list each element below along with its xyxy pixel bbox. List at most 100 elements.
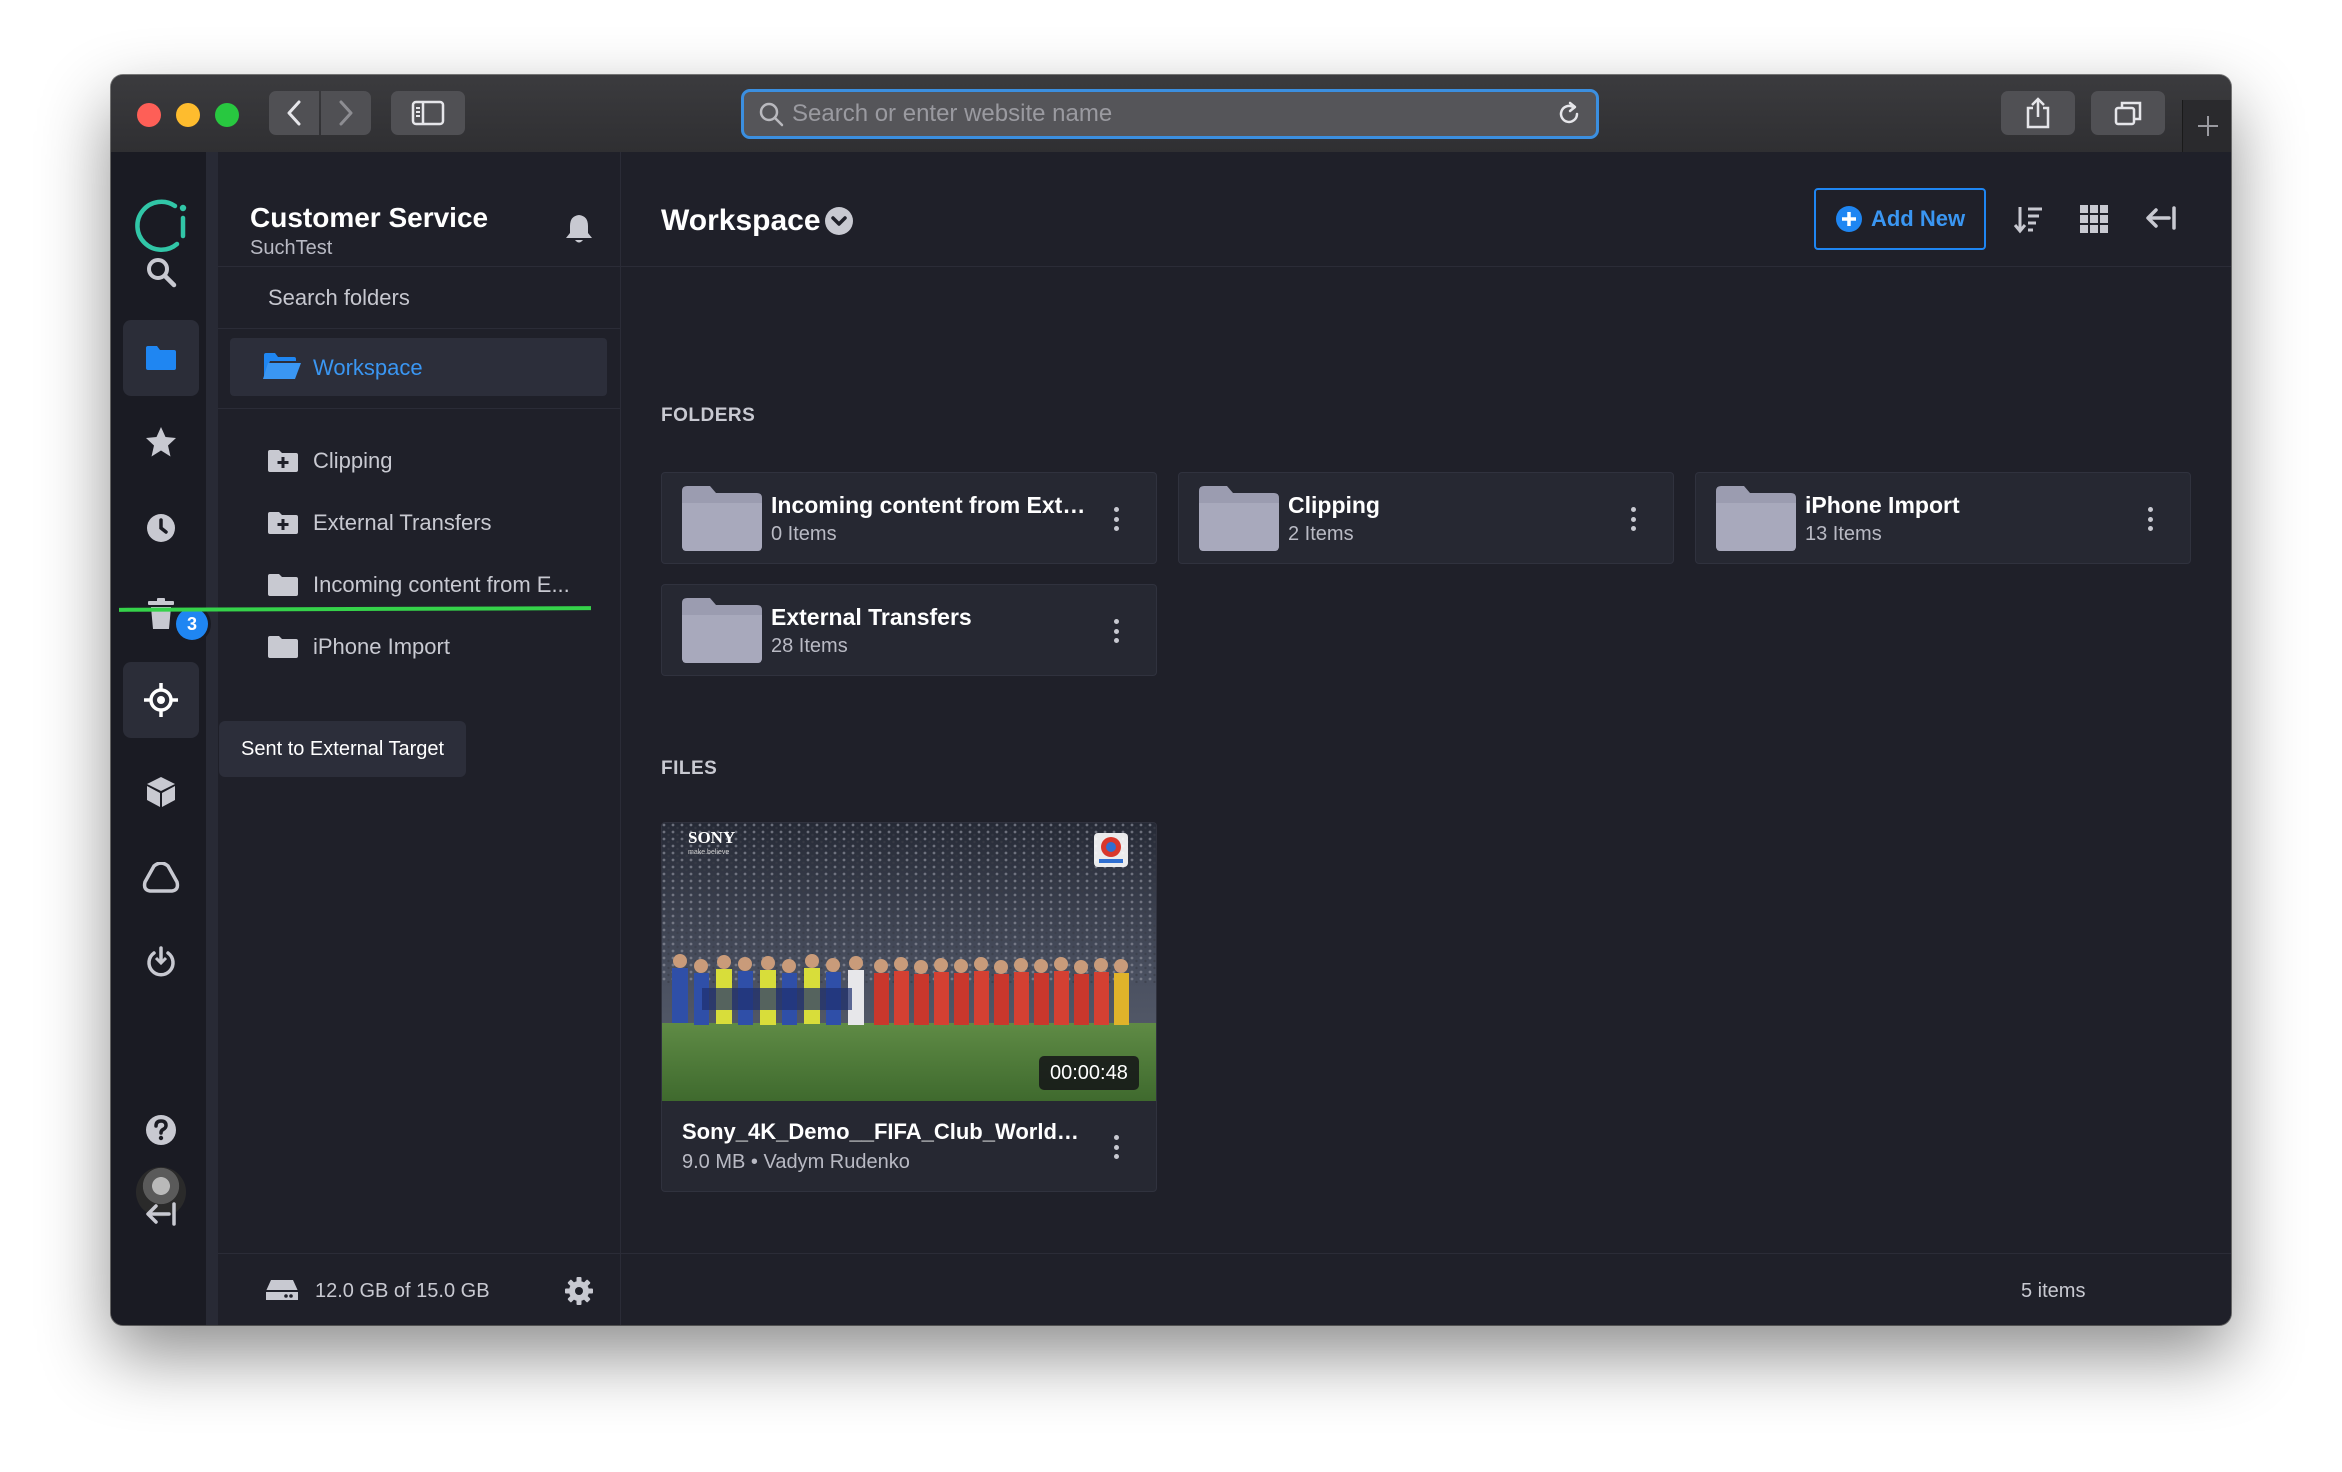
tree-item-clipping[interactable]: Clipping (218, 436, 620, 484)
folders-section-label: FOLDERS (661, 405, 756, 426)
folder-card-incoming-content[interactable]: Incoming content from Exte... 0 Items (661, 472, 1157, 564)
folder-name: External Transfers (771, 604, 972, 630)
cloud-drive-icon (142, 862, 180, 893)
tab-overview-button[interactable] (2091, 91, 2165, 135)
address-bar[interactable] (741, 89, 1599, 139)
panel-header: Customer Service SuchTest (218, 152, 620, 267)
organization-subtitle: SuchTest (250, 237, 333, 259)
reload-icon[interactable] (1556, 101, 1582, 127)
url-input[interactable] (792, 100, 1556, 128)
plus-icon (2198, 116, 2218, 136)
tree-item-incoming-content[interactable]: Incoming content from E... (218, 560, 620, 608)
star-icon (146, 427, 176, 457)
power-icon (147, 946, 175, 977)
folder-card-clipping[interactable]: Clipping 2 Items (1178, 472, 1674, 564)
tabs-icon (2114, 101, 2142, 126)
page-title: Workspace (661, 204, 821, 237)
organization-name[interactable]: Customer Service (250, 202, 488, 234)
hard-drive-icon (266, 1280, 298, 1300)
more-options-icon[interactable] (1623, 503, 1643, 535)
rail-cloud-button[interactable] (123, 840, 199, 916)
main-footer: 5 items (621, 1253, 2231, 1325)
zoom-window-button[interactable] (215, 103, 239, 127)
chevron-right-icon (339, 100, 353, 126)
browser-window: 3 Customer Service SuchTest Workspace Cl… (111, 75, 2231, 1325)
tree-item-label: Incoming content from E... (313, 572, 570, 597)
chevron-down-circle-icon[interactable] (824, 206, 854, 236)
close-window-button[interactable] (137, 103, 161, 127)
more-options-icon[interactable] (1106, 503, 1126, 535)
tree-item-iphone-import[interactable]: iPhone Import (218, 622, 620, 670)
folder-name: iPhone Import (1805, 492, 1960, 518)
grid-view-icon[interactable] (2079, 204, 2109, 234)
folder-item-count: 2 Items (1288, 523, 1354, 545)
rail-collapse-button[interactable] (123, 1176, 199, 1252)
folder-item-count: 13 Items (1805, 523, 1882, 545)
share-icon (2026, 97, 2050, 129)
tournament-logo (1094, 833, 1128, 867)
cube-icon (147, 777, 175, 807)
add-new-button[interactable]: Add New (1814, 188, 1986, 250)
folder-search (218, 266, 620, 329)
back-button[interactable] (269, 91, 319, 135)
rail-folders-button[interactable] (123, 320, 199, 396)
gear-icon[interactable] (564, 1276, 594, 1306)
file-meta: 9.0 MB • Vadym Rudenko (682, 1151, 910, 1173)
help-icon (146, 1115, 176, 1145)
main-content: Workspace Add New FOLDERS Incoming conte… (621, 152, 2231, 1325)
browser-titlebar (111, 75, 2231, 153)
folder-icon (268, 574, 298, 596)
rail-packages-button[interactable] (123, 754, 199, 830)
folder-card-external-transfers[interactable]: External Transfers 28 Items (661, 584, 1157, 676)
tree-item-workspace[interactable]: Workspace (230, 338, 607, 396)
tree-item-label: iPhone Import (313, 634, 450, 659)
share-button[interactable] (2001, 91, 2075, 135)
file-card[interactable]: SONY make.believe 00:00:48 Sony_4K_Demo_… (661, 822, 1157, 1192)
search-icon (147, 258, 177, 288)
rail-search-button[interactable] (123, 234, 199, 310)
more-options-icon[interactable] (1106, 1131, 1126, 1163)
folder-icon (1716, 486, 1796, 551)
tree-item-external-transfers[interactable]: External Transfers (218, 498, 620, 546)
sidebar-toggle-button[interactable] (391, 91, 465, 135)
more-options-icon[interactable] (1106, 615, 1126, 647)
item-count: 5 items (2021, 1280, 2086, 1302)
icon-rail: 3 (111, 152, 218, 1325)
bell-icon[interactable] (564, 212, 594, 244)
folder-plus-icon (268, 450, 298, 472)
folder-icon (682, 486, 762, 551)
video-duration: 00:00:48 (1039, 1056, 1139, 1090)
folder-open-icon (263, 353, 301, 379)
tree-item-label: External Transfers (313, 510, 492, 535)
rail-favorites-button[interactable] (123, 404, 199, 480)
rail-power-button[interactable] (123, 924, 199, 1000)
rail-recent-button[interactable] (123, 490, 199, 566)
thumbnail-brand-text: SONY (688, 828, 735, 847)
folder-item-count: 0 Items (771, 523, 837, 545)
folder-search-input[interactable] (266, 280, 590, 316)
folder-icon (268, 636, 298, 658)
minimize-window-button[interactable] (176, 103, 200, 127)
trash-icon (148, 598, 174, 629)
thumbnail-tagline-text: make.believe (688, 849, 729, 856)
folder-card-iphone-import[interactable]: iPhone Import 13 Items (1695, 472, 2191, 564)
forward-button[interactable] (321, 91, 371, 135)
storage-usage: 12.0 GB of 15.0 GB (315, 1280, 490, 1302)
sort-icon[interactable] (2013, 204, 2043, 234)
folder-icon (1199, 486, 1279, 551)
sidebar-icon (411, 100, 445, 126)
rail-external-targets-button[interactable] (123, 662, 199, 738)
rail-help-button[interactable] (123, 1092, 199, 1168)
tree-item-label: Workspace (313, 355, 423, 380)
collapse-panel-icon[interactable] (2145, 204, 2177, 232)
recent-count-badge: 3 (176, 608, 208, 640)
add-new-label: Add New (1870, 206, 1966, 231)
more-options-icon[interactable] (2140, 503, 2160, 535)
clock-icon (147, 514, 175, 542)
rail-divider (206, 152, 218, 1325)
tree-item-label: Clipping (313, 448, 393, 473)
new-tab-button[interactable] (2182, 100, 2231, 152)
storage-footer: 12.0 GB of 15.0 GB (218, 1253, 620, 1325)
files-section-label: FILES (661, 758, 718, 779)
folder-icon (146, 346, 176, 370)
